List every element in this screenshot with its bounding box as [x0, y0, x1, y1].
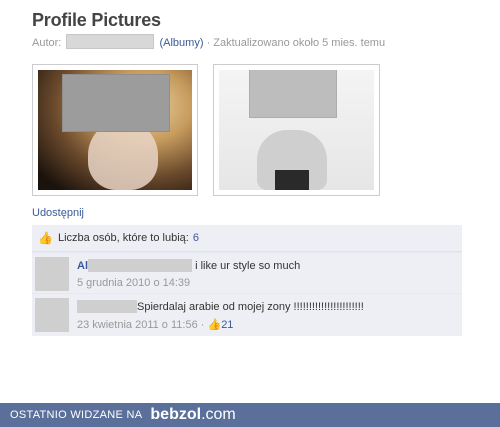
comment-body: Spierdalaj arabie od mojej zony !!!!!!!!… — [77, 300, 364, 313]
like-thumb-icon: 👍 — [207, 319, 222, 331]
likes-count[interactable]: 6 — [193, 232, 199, 244]
comment-meta: 23 kwietnia 2011 o 11:56 · 👍21 — [77, 318, 233, 331]
avatar[interactable] — [35, 257, 69, 291]
author-label: Autor: — [32, 37, 62, 49]
photo-image-1 — [38, 70, 192, 190]
face-redaction-2 — [249, 70, 337, 118]
footer-label: OSTATNIO WIDZANE NA — [10, 409, 143, 421]
comment-date[interactable]: 23 kwietnia 2011 o 11:56 — [77, 319, 198, 331]
comment-body: Al i like ur style so much — [77, 259, 300, 272]
photo-thumbnail-1[interactable] — [32, 64, 198, 196]
footer-bar: OSTATNIO WIDZANE NA bebzol.com — [0, 403, 500, 427]
likes-summary: 👍 Liczba osób, które to lubią: 6 — [32, 225, 462, 252]
photo-image-2 — [219, 70, 374, 190]
album-title: Profile Pictures — [32, 10, 161, 30]
photo-figure-2-legs — [275, 170, 309, 190]
commenter-name[interactable]: Al — [77, 260, 88, 272]
comment-text: i like ur style so much — [195, 260, 301, 272]
albums-link[interactable]: (Albumy) — [159, 37, 203, 49]
comment-1: Al i like ur style so much 5 grudnia 201… — [32, 252, 462, 293]
likes-label: Liczba osób, które to lubią: — [57, 232, 189, 244]
like-thumb-icon: 👍 — [38, 231, 53, 245]
comment-date[interactable]: 5 grudnia 2010 o 14:39 — [77, 277, 190, 289]
name-redaction — [88, 259, 192, 272]
share-link[interactable]: Udostępnij — [32, 207, 84, 219]
site-brand[interactable]: bebzol.com — [150, 406, 235, 424]
name-redaction — [77, 300, 137, 313]
separator: · — [200, 319, 205, 331]
comment-2: Spierdalaj arabie od mojej zony !!!!!!!!… — [32, 293, 462, 336]
comment-text: Spierdalaj arabie od mojej zony !!!!!!!!… — [137, 301, 364, 313]
face-redaction-1 — [62, 74, 170, 132]
photo-thumbnail-2[interactable] — [213, 64, 380, 196]
comment-likes-count: 21 — [221, 319, 234, 331]
album-meta: Autor: (Albumy) · Zaktualizowano około 5… — [32, 34, 385, 49]
brand-bold: bebzol — [150, 406, 202, 423]
updated-text: · Zaktualizowano około 5 mies. temu — [206, 37, 386, 49]
brand-rest: .com — [201, 406, 236, 423]
author-name-redacted — [66, 34, 155, 49]
avatar[interactable] — [35, 298, 69, 332]
comment-likes[interactable]: 👍21 — [207, 319, 233, 331]
